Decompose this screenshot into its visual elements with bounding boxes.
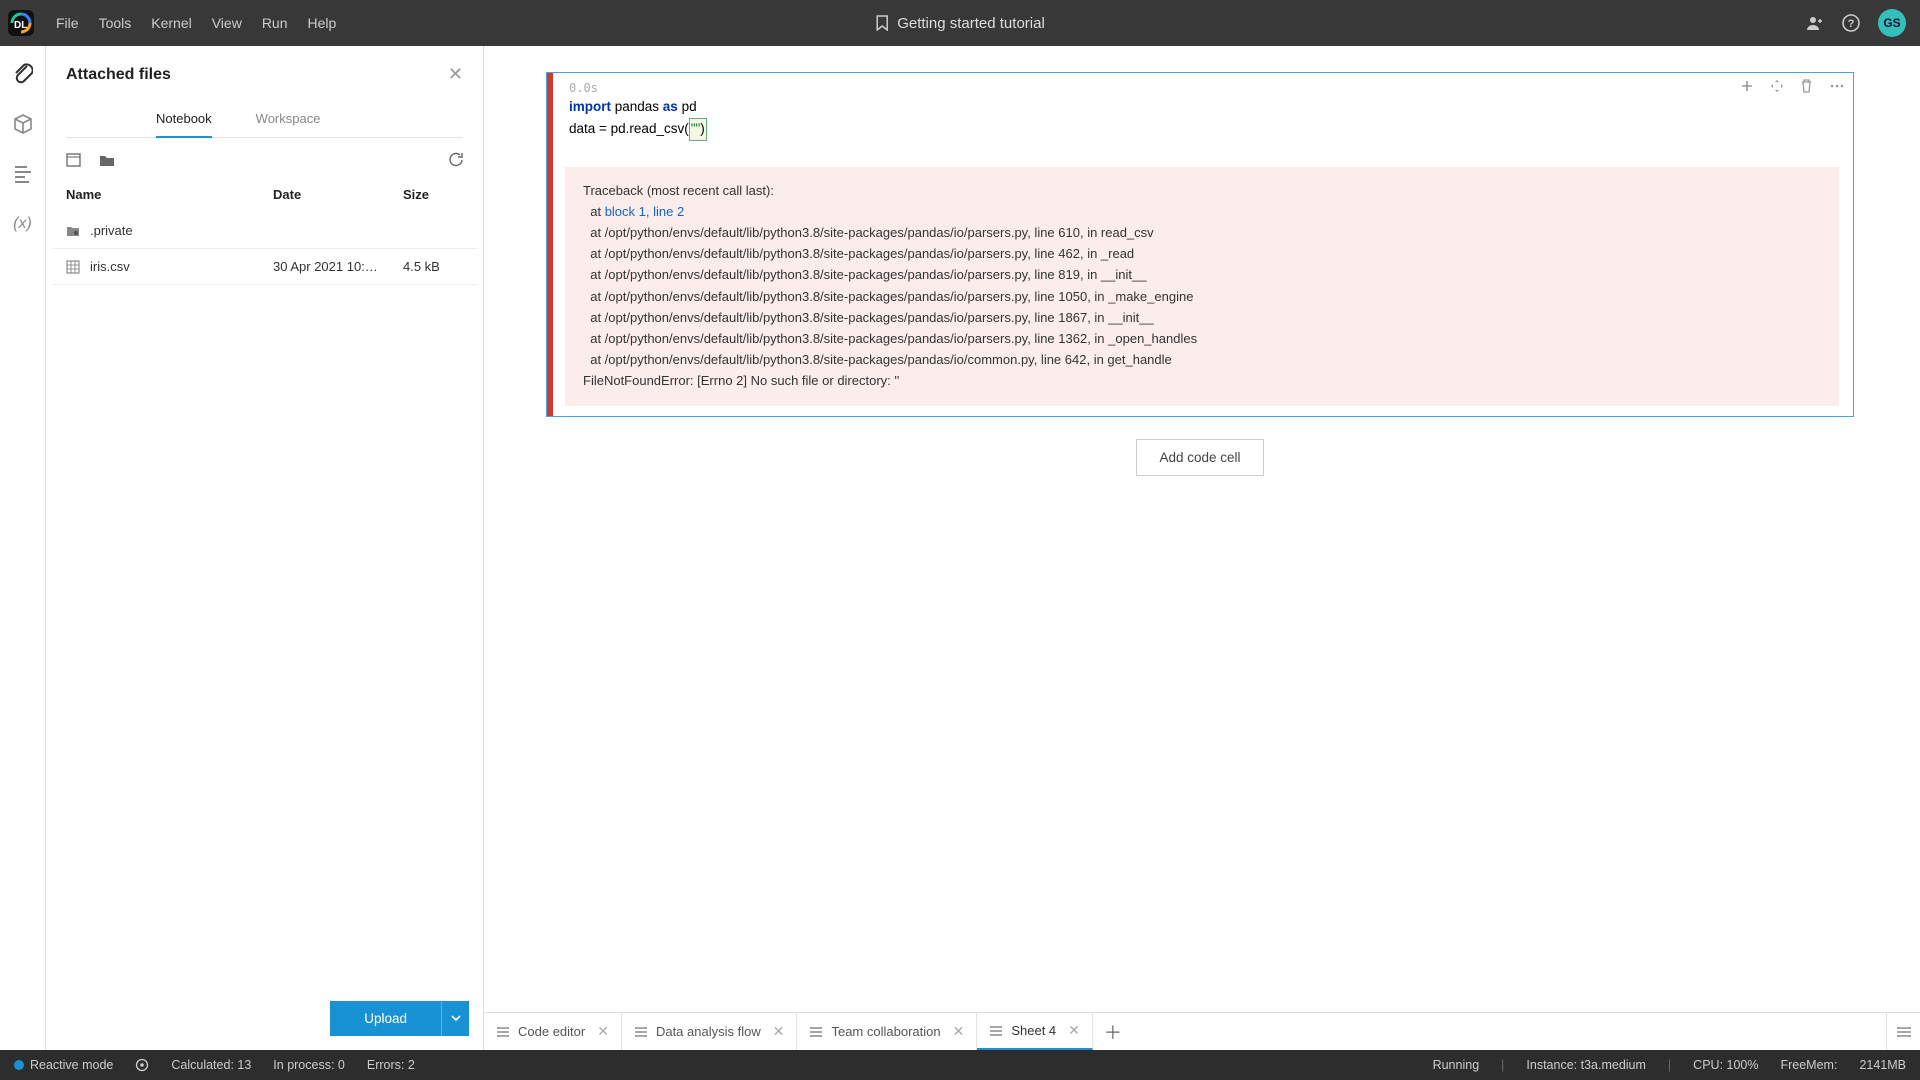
file-size: 4.5 kB — [403, 259, 463, 274]
menu-run[interactable]: Run — [252, 15, 298, 31]
sheet-tab-code-editor[interactable]: Code editor ✕ — [484, 1013, 622, 1050]
menu-file[interactable]: File — [46, 15, 89, 31]
folder-private-icon — [66, 224, 80, 238]
cell-output-error: Traceback (most recent call last): at bl… — [565, 167, 1839, 406]
status-freemem-value: 2141MB — [1859, 1058, 1906, 1072]
panel-tab-notebook[interactable]: Notebook — [156, 103, 212, 138]
status-dot-icon — [14, 1060, 24, 1070]
tool-outline[interactable] — [11, 162, 35, 186]
panel-title: Attached files — [66, 66, 448, 84]
file-name: .private — [90, 223, 133, 238]
sheet-icon — [634, 1026, 648, 1038]
col-size[interactable]: Size — [403, 187, 463, 202]
sheet-icon — [496, 1026, 510, 1038]
traceback-link[interactable]: block 1, line 2 — [605, 204, 685, 219]
cell-toolbar — [1740, 79, 1845, 93]
folder-icon[interactable] — [99, 153, 115, 167]
sheet-tab-label: Sheet 4 — [1011, 1023, 1056, 1038]
status-cpu[interactable]: CPU: 100% — [1693, 1058, 1758, 1072]
cell-move-icon[interactable] — [1770, 79, 1784, 93]
file-row-private[interactable]: .private — [52, 213, 477, 249]
avatar[interactable]: GS — [1878, 9, 1906, 37]
menu-view[interactable]: View — [202, 15, 252, 31]
status-freemem-label: FreeMem: — [1780, 1058, 1837, 1072]
file-table: Name Date Size .private iris.csv 30 Apr … — [46, 173, 483, 285]
left-tool-strip: (x) — [0, 46, 46, 1050]
menu-tools[interactable]: Tools — [89, 15, 142, 31]
sheet-tab-label: Code editor — [518, 1024, 585, 1039]
tool-variables[interactable]: (x) — [11, 212, 35, 236]
panel-tabs: Notebook Workspace — [66, 103, 463, 138]
file-row-iris[interactable]: iris.csv 30 Apr 2021 10:… 4.5 kB — [52, 249, 477, 285]
app-logo: DL — [6, 8, 36, 38]
file-name: iris.csv — [90, 259, 130, 274]
attached-files-panel: Attached files ✕ Notebook Workspace Name… — [46, 46, 484, 1050]
editor-area: 0.0s import pandas as pd data = pd.read_… — [484, 46, 1920, 1050]
refresh-icon[interactable] — [448, 152, 463, 167]
close-tab-icon[interactable]: ✕ — [597, 1023, 609, 1040]
user-add-icon[interactable] — [1806, 14, 1824, 32]
tab-overflow-icon[interactable] — [1886, 1013, 1920, 1050]
upload-button[interactable]: Upload — [330, 1001, 441, 1036]
add-code-cell-button[interactable]: Add code cell — [1136, 439, 1263, 476]
sheet-tab-label: Data analysis flow — [656, 1024, 761, 1039]
close-tab-icon[interactable]: ✕ — [773, 1023, 785, 1040]
upload-dropdown-button[interactable] — [441, 1001, 469, 1036]
file-date: 30 Apr 2021 10:… — [273, 259, 403, 274]
status-bar: Reactive mode Calculated: 13 In process:… — [0, 1050, 1920, 1080]
close-panel-button[interactable]: ✕ — [448, 64, 463, 85]
tool-attachments[interactable] — [11, 62, 35, 86]
top-menubar: DL File Tools Kernel View Run Help Getti… — [0, 0, 1920, 46]
status-instance[interactable]: Instance: t3a.medium — [1526, 1058, 1646, 1072]
menu-kernel[interactable]: Kernel — [141, 15, 201, 31]
cell-status-error-bar — [547, 73, 553, 416]
status-gear[interactable] — [135, 1058, 149, 1072]
sheet-tab-sheet4[interactable]: Sheet 4 ✕ — [977, 1013, 1093, 1050]
svg-text:?: ? — [1848, 18, 1855, 30]
panel-tab-workspace[interactable]: Workspace — [256, 103, 321, 137]
sheet-icon — [989, 1025, 1003, 1037]
tool-package[interactable] — [11, 112, 35, 136]
help-icon[interactable]: ? — [1842, 14, 1860, 32]
csv-file-icon — [66, 260, 80, 274]
menu-help[interactable]: Help — [298, 15, 347, 31]
status-errors[interactable]: Errors: 2 — [367, 1058, 415, 1072]
sheet-tab-team-collab[interactable]: Team collaboration ✕ — [797, 1013, 977, 1050]
code-cell[interactable]: 0.0s import pandas as pd data = pd.read_… — [546, 72, 1854, 417]
sheet-tab-label: Team collaboration — [831, 1024, 940, 1039]
document-title: Getting started tutorial — [875, 15, 1045, 32]
add-sheet-tab-button[interactable]: ＋ — [1093, 1013, 1133, 1050]
code-block[interactable]: import pandas as pd data = pd.read_csv("… — [547, 97, 1853, 153]
close-tab-icon[interactable]: ✕ — [1068, 1022, 1080, 1039]
col-name[interactable]: Name — [66, 187, 273, 202]
status-inprocess[interactable]: In process: 0 — [273, 1058, 345, 1072]
bookmark-icon — [875, 15, 889, 31]
cell-exec-time: 0.0s — [547, 73, 1853, 97]
status-running[interactable]: Running — [1433, 1058, 1480, 1072]
sheet-tabs: Code editor ✕ Data analysis flow ✕ Team … — [484, 1012, 1920, 1050]
file-table-header: Name Date Size — [52, 177, 477, 213]
upload-control: Upload — [330, 1001, 469, 1036]
panel-toolbar — [46, 138, 483, 173]
chevron-down-icon — [451, 1015, 461, 1023]
sheet-icon — [809, 1026, 823, 1038]
col-date[interactable]: Date — [273, 187, 403, 202]
status-mode[interactable]: Reactive mode — [14, 1058, 113, 1072]
close-tab-icon[interactable]: ✕ — [953, 1023, 965, 1040]
cell-more-icon[interactable] — [1829, 79, 1845, 93]
status-calculated[interactable]: Calculated: 13 — [171, 1058, 251, 1072]
cell-delete-icon[interactable] — [1800, 79, 1813, 93]
svg-text:DL: DL — [14, 20, 27, 31]
document-title-text: Getting started tutorial — [897, 15, 1045, 32]
calendar-icon[interactable] — [66, 152, 81, 167]
cell-add-icon[interactable] — [1740, 79, 1754, 93]
sheet-tab-data-analysis[interactable]: Data analysis flow ✕ — [622, 1013, 798, 1050]
